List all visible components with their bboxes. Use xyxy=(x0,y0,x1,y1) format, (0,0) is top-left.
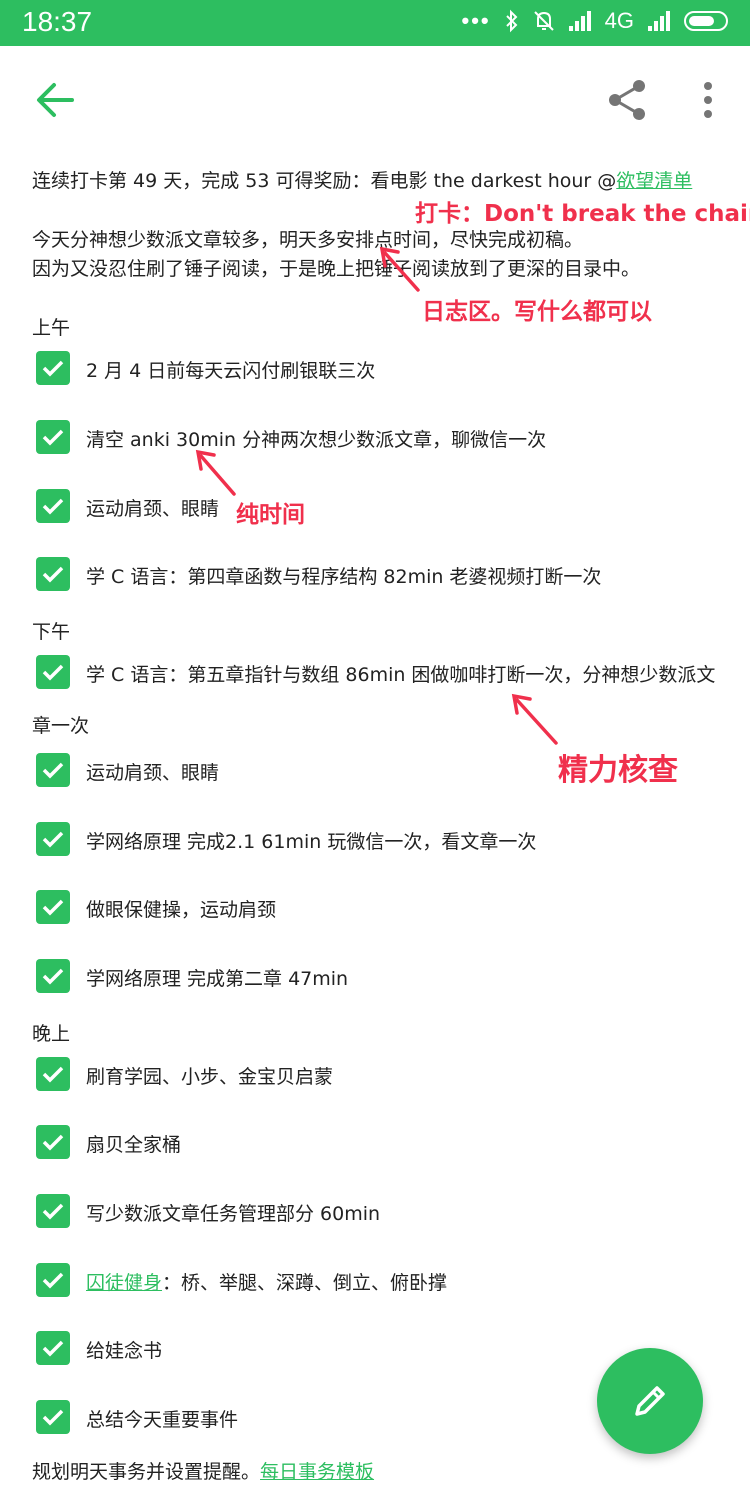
annotation-arrows xyxy=(195,246,558,745)
edit-pencil-icon xyxy=(635,1386,665,1416)
edit-fab-button[interactable] xyxy=(597,1348,703,1454)
